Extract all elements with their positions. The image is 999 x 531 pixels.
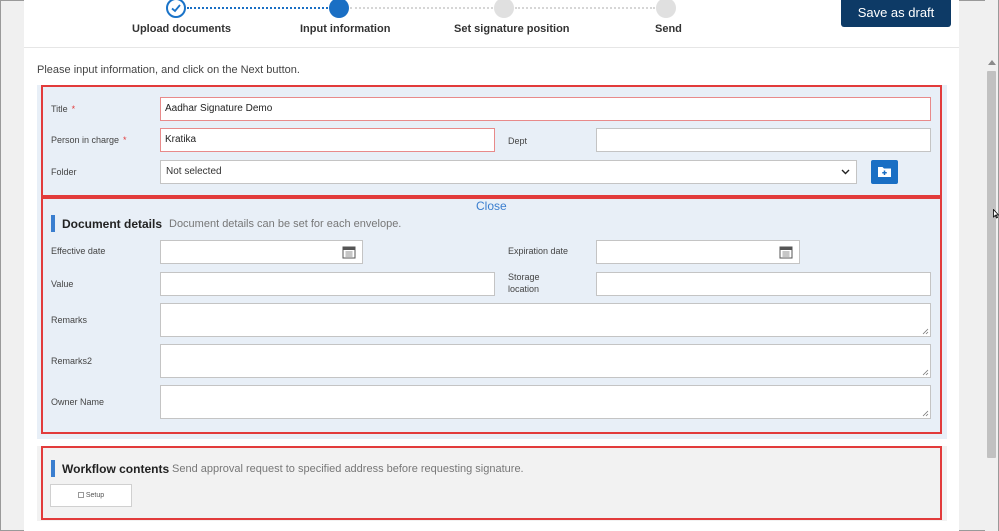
step-send-marker <box>656 0 676 18</box>
section-accent-bar <box>51 215 55 232</box>
title-input[interactable]: Aadhar Signature Demo <box>160 97 931 121</box>
owner-name-textarea[interactable] <box>160 385 931 419</box>
step-set-signature-position-label: Set signature position <box>454 23 570 35</box>
expiration-date-input[interactable] <box>596 240 800 264</box>
instruction-text: Please input information, and click on t… <box>37 64 300 76</box>
add-folder-button[interactable] <box>871 160 898 184</box>
effective-date-label: Effective date <box>51 246 106 256</box>
close-details-link[interactable]: Close <box>476 199 507 213</box>
value-input[interactable] <box>160 272 495 296</box>
required-mark: * <box>71 104 76 114</box>
document-details-description: Document details can be set for each env… <box>169 218 402 230</box>
progress-stepper: Upload documents Input information Set s… <box>24 0 959 48</box>
resize-handle-icon[interactable] <box>922 369 929 376</box>
dept-input[interactable] <box>596 128 931 152</box>
step-connector-todo <box>515 7 655 9</box>
title-label: Title * <box>51 104 76 114</box>
setup-button-label: Setup <box>85 492 105 499</box>
workflow-contents-title: Workflow contents <box>62 462 170 476</box>
step-upload-documents-marker[interactable] <box>166 0 186 18</box>
vertical-scrollbar[interactable] <box>985 0 998 531</box>
remarks2-textarea[interactable] <box>160 344 931 378</box>
document-details-title: Document details <box>62 217 163 231</box>
storage-location-input[interactable] <box>596 272 931 296</box>
section-accent-bar <box>51 460 55 477</box>
required-mark: * <box>123 135 127 145</box>
resize-handle-icon[interactable] <box>922 328 929 335</box>
setup-button[interactable]: Setup <box>50 484 132 507</box>
remarks-label: Remarks <box>51 315 88 325</box>
folder-label: Folder <box>51 167 77 177</box>
step-send-label: Send <box>655 23 682 35</box>
step-connector-done <box>187 7 328 9</box>
save-as-draft-button[interactable]: Save as draft <box>841 0 951 27</box>
person-in-charge-label: Person in charge * <box>51 135 127 145</box>
folder-select[interactable]: Not selected <box>160 160 857 184</box>
expiration-date-label: Expiration date <box>508 246 569 256</box>
scrollbar-thumb[interactable] <box>987 71 996 458</box>
workflow-contents-description: Send approval request to specified addre… <box>172 463 524 475</box>
effective-date-input[interactable] <box>160 240 363 264</box>
chevron-down-icon <box>841 161 850 192</box>
check-icon <box>171 4 181 13</box>
mouse-cursor-icon <box>993 209 999 219</box>
dept-label: Dept <box>508 136 528 146</box>
calendar-icon[interactable] <box>342 245 356 268</box>
scroll-up-arrow-icon[interactable] <box>988 60 996 65</box>
resize-handle-icon[interactable] <box>922 410 929 417</box>
calendar-icon[interactable] <box>779 245 793 268</box>
step-input-information-label: Input information <box>300 23 391 35</box>
step-input-information-marker <box>329 0 349 18</box>
storage-location-label: Storage location <box>508 272 540 294</box>
person-in-charge-input[interactable]: Kratika <box>160 128 495 152</box>
value-label: Value <box>51 279 74 289</box>
remarks-textarea[interactable] <box>160 303 931 337</box>
remarks2-label: Remarks2 <box>51 356 93 366</box>
main-content: Upload documents Input information Set s… <box>24 0 959 531</box>
owner-name-label: Owner Name <box>51 397 105 407</box>
highlight-workflow <box>41 446 942 520</box>
step-set-signature-position-marker <box>494 0 514 18</box>
folder-select-value: Not selected <box>166 166 222 177</box>
step-upload-documents-label[interactable]: Upload documents <box>132 23 231 35</box>
folder-plus-icon <box>878 167 891 177</box>
checkbox-icon <box>77 492 84 498</box>
step-connector-todo <box>350 7 493 9</box>
